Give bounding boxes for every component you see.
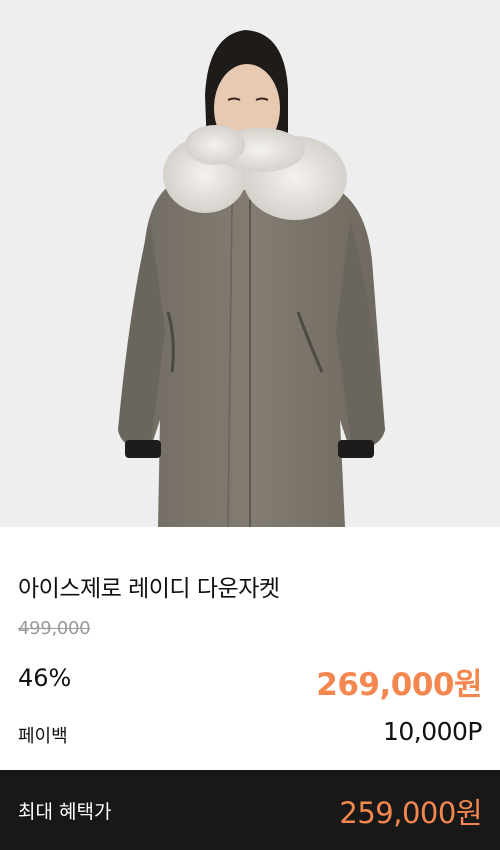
discount-rate: 46% [18, 664, 72, 692]
max-benefit-price: 259,000원 [339, 796, 482, 830]
product-photo-illustration [0, 0, 500, 527]
max-benefit-label: 최대 혜택가 [18, 801, 112, 823]
product-info: 아이스제로 레이디 다운자켓 499,000 46% 269,000원 페이백 … [0, 527, 500, 770]
payback-label: 페이백 [18, 726, 68, 747]
original-price: 499,000 [18, 618, 91, 639]
product-image[interactable] [0, 0, 500, 527]
product-title[interactable]: 아이스제로 레이디 다운자켓 [18, 569, 280, 603]
payback-value: 10,000P [382, 717, 483, 746]
sale-price: 269,000원 [316, 667, 482, 703]
max-benefit-bar: 최대 혜택가 259,000원 [0, 770, 500, 850]
